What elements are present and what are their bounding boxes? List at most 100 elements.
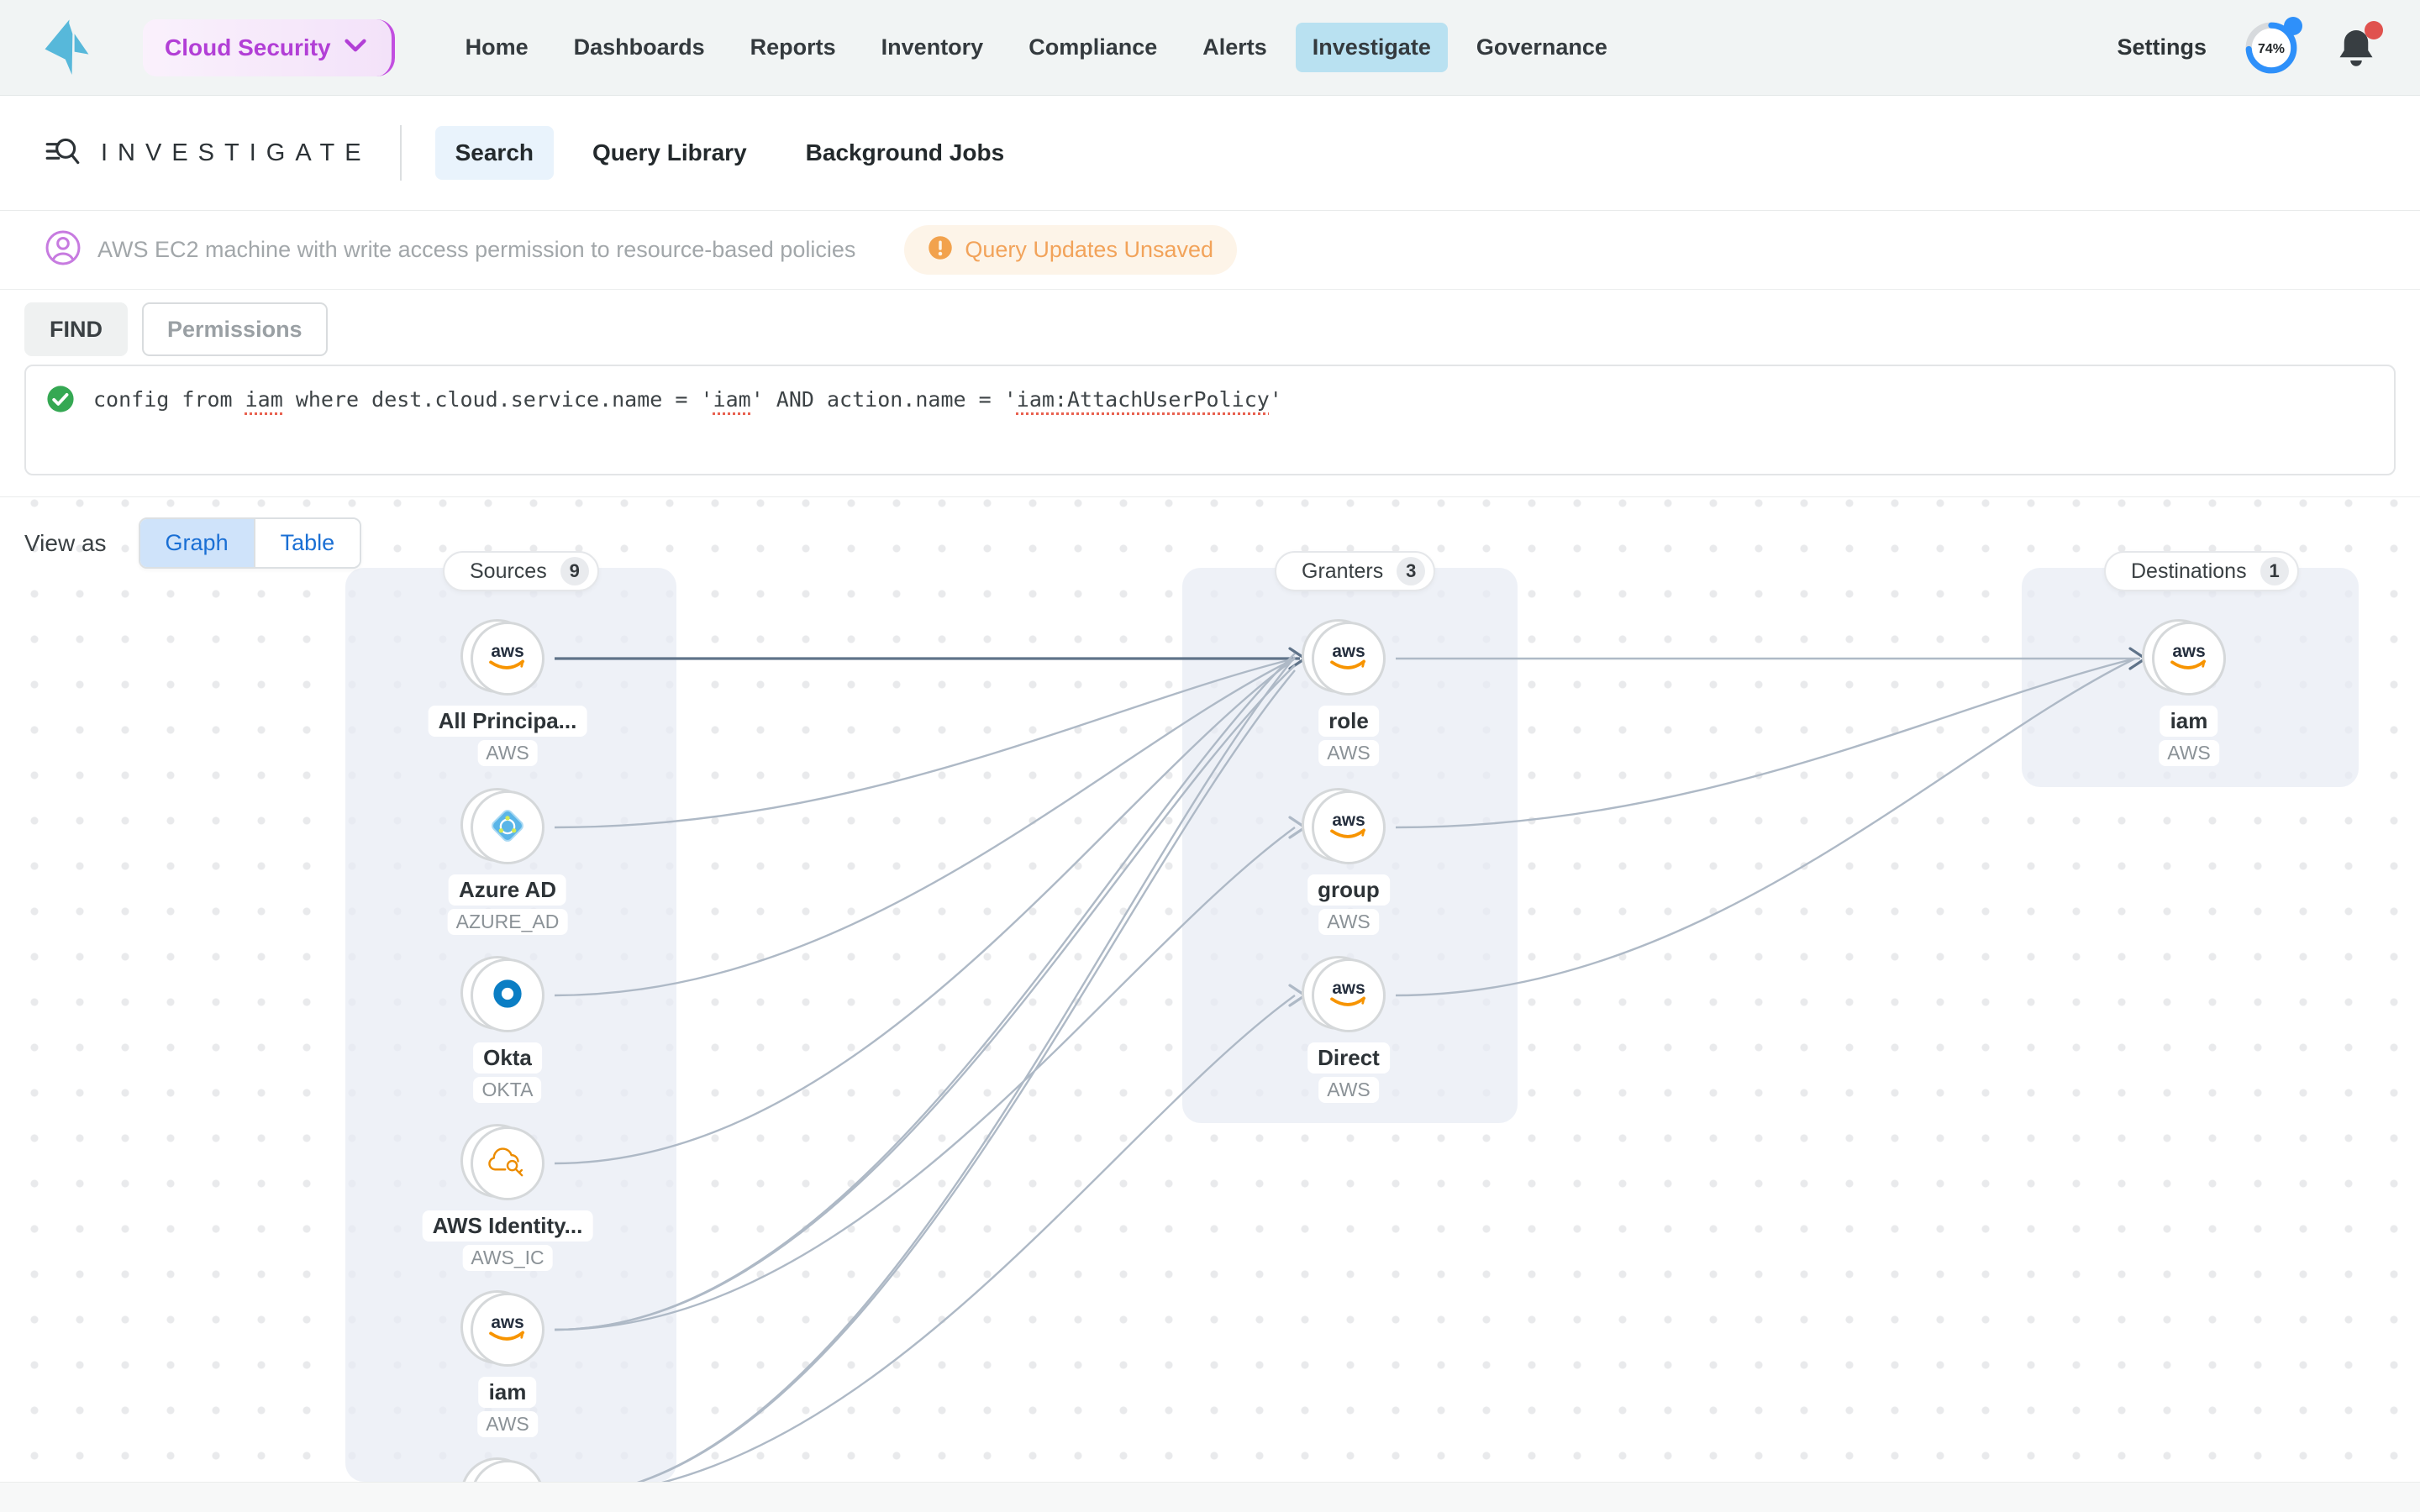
- tab-search[interactable]: Search: [434, 126, 555, 180]
- graph-node-src-iam[interactable]: aws iam AWS: [460, 1290, 544, 1437]
- node-sublabel: AWS: [1318, 740, 1379, 766]
- code-token-underlined: iam:AttachUserPolicy: [1016, 387, 1270, 412]
- column-pill-sources[interactable]: Sources 9: [443, 551, 599, 591]
- bottom-strip: [0, 1482, 2420, 1512]
- column-count-badge: 1: [2260, 557, 2289, 585]
- graph-edge: [554, 657, 1296, 997]
- column-name: Sources: [470, 559, 547, 583]
- query-description: AWS EC2 machine with write access permis…: [97, 237, 856, 262]
- graph-edge: [660, 995, 1296, 1482]
- nav-item-governance[interactable]: Governance: [1460, 23, 1624, 72]
- main-nav: Home Dashboards Reports Inventory Compliance…: [449, 23, 1624, 72]
- node-labels: iam AWS: [2159, 706, 2219, 766]
- node-labels: Okta OKTA: [473, 1042, 542, 1103]
- column-count-badge: 9: [560, 557, 589, 585]
- graph-edge: [636, 656, 1296, 1482]
- node-labels: Direct AWS: [1307, 1042, 1390, 1103]
- code-token: ': [1269, 387, 1282, 412]
- graph-node-src-all-principals[interactable]: aws All Principa... AWS: [428, 619, 587, 766]
- notifications-button[interactable]: [2336, 20, 2383, 70]
- node-sublabel: AWS_IC: [462, 1245, 553, 1271]
- graph-node-src-okta[interactable]: Okta OKTA: [460, 956, 544, 1103]
- query-code[interactable]: config from iam where dest.cloud.service…: [93, 385, 1282, 415]
- okta-icon: [492, 978, 523, 1014]
- progress-value: 74%: [2258, 42, 2285, 56]
- nav-item-dashboards[interactable]: Dashboards: [557, 23, 722, 72]
- svg-text:aws: aws: [2172, 642, 2205, 661]
- app-root: Cloud Security Home Dashboards Reports Inve…: [0, 0, 2420, 1512]
- find-button[interactable]: FIND: [24, 302, 128, 356]
- aws-identity-center-icon: [487, 1145, 529, 1183]
- column-name: Granters: [1302, 559, 1384, 583]
- column-pill-granters[interactable]: Granters 3: [1275, 551, 1436, 591]
- logo-kite-icon: [44, 18, 92, 76]
- nav-item-home[interactable]: Home: [449, 23, 545, 72]
- chevron-down-icon: [344, 38, 366, 57]
- node-circle: aws: [471, 1293, 544, 1367]
- view-option-graph[interactable]: Graph: [139, 519, 254, 567]
- product-switcher[interactable]: Cloud Security: [143, 18, 395, 76]
- warning-circle-icon: [928, 235, 953, 265]
- azure-ad-icon: [488, 806, 527, 849]
- node-sublabel: AWS: [2159, 740, 2219, 766]
- nav-item-alerts[interactable]: Alerts: [1186, 23, 1284, 72]
- node-label: role: [1318, 706, 1379, 737]
- view-as-control: View as Graph Table: [24, 517, 362, 569]
- column-pill-destinations[interactable]: Destinations 1: [2104, 551, 2299, 591]
- node-label: Okta: [473, 1042, 542, 1074]
- node-labels: AWS Identity... AWS_IC: [422, 1210, 593, 1271]
- nav-item-investigate[interactable]: Investigate: [1295, 23, 1448, 72]
- graph-edge: [1395, 657, 2136, 997]
- aws-icon: aws: [483, 1310, 532, 1350]
- node-sublabel: AZURE_AD: [447, 909, 568, 935]
- graph-edge: [554, 827, 1296, 1331]
- tab-background-jobs[interactable]: Background Jobs: [786, 126, 1024, 180]
- graph-node-src-aws-ic[interactable]: AWS Identity... AWS_IC: [422, 1124, 593, 1271]
- node-sublabel: AWS: [1318, 1077, 1379, 1103]
- svg-text:aws: aws: [1332, 979, 1365, 998]
- node-sublabel: OKTA: [473, 1077, 542, 1103]
- view-option-table[interactable]: Table: [253, 519, 360, 567]
- graph-edge: [554, 657, 1296, 829]
- query-description-row: AWS EC2 machine with write access permis…: [0, 211, 2420, 290]
- node-sublabel: AWS: [477, 1411, 538, 1437]
- nav-item-compliance[interactable]: Compliance: [1012, 23, 1174, 72]
- node-circle: aws: [1312, 790, 1386, 864]
- node-circle: [471, 958, 544, 1032]
- graph-node-gr-role[interactable]: aws role AWS: [1302, 619, 1386, 766]
- find-buttons: FIND Permissions: [24, 302, 2396, 356]
- node-labels: All Principa... AWS: [428, 706, 587, 766]
- node-label: iam: [478, 1377, 537, 1408]
- query-unsaved-label: Query Updates Unsaved: [965, 237, 1214, 262]
- settings-link[interactable]: Settings: [2117, 34, 2207, 60]
- page-title: INVESTIGATE: [101, 139, 371, 166]
- column-count-badge: 3: [1397, 557, 1426, 585]
- graph-node-dst-iam[interactable]: aws iam AWS: [2142, 619, 2226, 766]
- investigate-header: INVESTIGATE Search Query Library Backgroun…: [0, 96, 2420, 211]
- graph-edge: [1395, 657, 2136, 829]
- svg-text:aws: aws: [491, 642, 523, 661]
- permissions-graph: View as Graph Table aws All Principa... AWS…: [0, 497, 2420, 1482]
- permissions-button[interactable]: Permissions: [142, 302, 328, 356]
- graph-node-gr-direct[interactable]: aws Direct AWS: [1302, 956, 1390, 1103]
- nav-item-inventory[interactable]: Inventory: [865, 23, 1001, 72]
- topbar-right: Settings 74%: [2117, 16, 2383, 76]
- node-labels: Azure AD AZURE_AD: [447, 874, 568, 935]
- search-list-icon: [44, 132, 82, 175]
- column-name: Destinations: [2131, 559, 2247, 583]
- svg-text:aws: aws: [1332, 811, 1365, 830]
- graph-node-src-azure-ad[interactable]: Azure AD AZURE_AD: [447, 788, 568, 935]
- find-section: FIND Permissions config from iam where d…: [0, 290, 2420, 497]
- graph-edge: [554, 658, 1296, 1165]
- graph-node-src-more[interactable]: [460, 1457, 544, 1482]
- graph-node-gr-group[interactable]: aws group AWS: [1302, 788, 1390, 935]
- node-label: AWS Identity...: [422, 1210, 593, 1242]
- node-label: All Principa...: [428, 706, 587, 737]
- tab-query-library[interactable]: Query Library: [572, 126, 767, 180]
- nav-item-reports[interactable]: Reports: [734, 23, 853, 72]
- node-circle: aws: [1312, 958, 1386, 1032]
- aws-icon: aws: [2165, 639, 2213, 679]
- node-sublabel: AWS: [477, 740, 538, 766]
- query-editor[interactable]: config from iam where dest.cloud.service…: [24, 365, 2396, 475]
- progress-ring[interactable]: 74%: [2244, 16, 2302, 76]
